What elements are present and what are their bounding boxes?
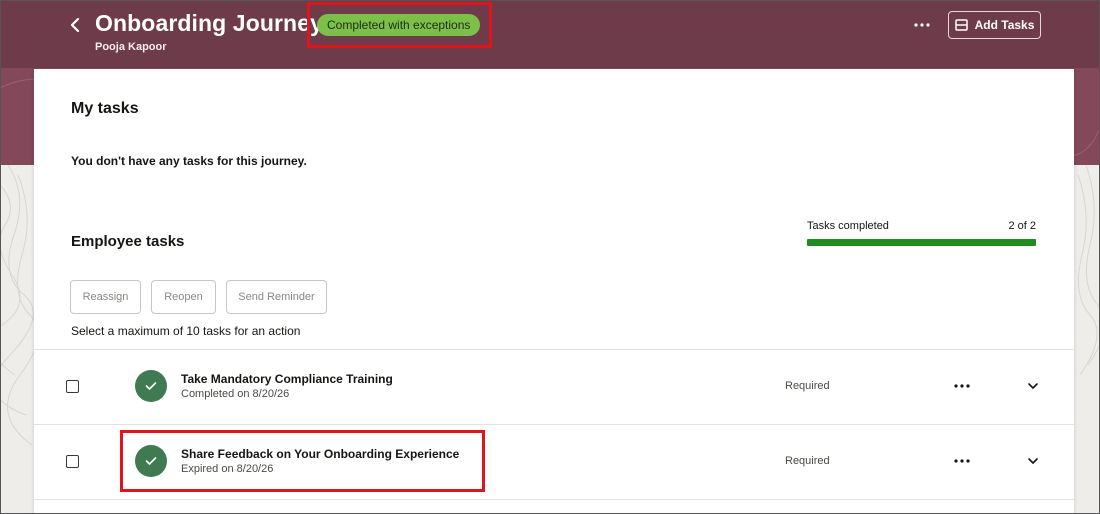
row-divider (34, 499, 1074, 500)
task-status-text: Expired on 8/20/26 (181, 463, 273, 475)
chevron-down-icon (1028, 458, 1038, 464)
my-tasks-empty-message: You don't have any tasks for this journe… (71, 154, 307, 168)
task-more-button[interactable] (948, 376, 976, 396)
progress-count: 2 of 2 (1008, 220, 1036, 232)
progress-label: Tasks completed (807, 220, 889, 232)
header-more-button[interactable] (908, 14, 936, 36)
task-status-icon (135, 445, 167, 477)
task-title[interactable]: Share Feedback on Your Onboarding Experi… (181, 447, 459, 461)
chevron-down-icon (1028, 383, 1038, 389)
task-select-checkbox[interactable] (66, 380, 79, 393)
more-horizontal-icon (954, 459, 970, 463)
reassign-button[interactable]: Reassign (70, 280, 141, 314)
task-row: Take Mandatory Compliance Training Compl… (34, 349, 1074, 424)
employee-name: Pooja Kapoor (95, 41, 167, 53)
selection-helper-text: Select a maximum of 10 tasks for an acti… (71, 324, 301, 338)
reopen-button[interactable]: Reopen (151, 280, 216, 314)
progress-bar (807, 239, 1036, 246)
my-tasks-heading: My tasks (71, 100, 139, 117)
task-more-button[interactable] (948, 451, 976, 471)
employee-tasks-heading: Employee tasks (71, 233, 185, 250)
status-badge: Completed with exceptions (317, 14, 481, 36)
task-status-icon (135, 370, 167, 402)
page-title: Onboarding Journey (95, 10, 323, 36)
task-status: Completed (181, 388, 235, 400)
task-row: Share Feedback on Your Onboarding Experi… (34, 424, 1074, 499)
task-select-checkbox[interactable] (66, 455, 79, 468)
task-expand-button[interactable] (1023, 376, 1043, 396)
task-requirement: Required (785, 455, 830, 467)
task-status-text: Completed on 8/20/26 (181, 388, 289, 400)
more-horizontal-icon (954, 384, 970, 388)
task-title[interactable]: Take Mandatory Compliance Training (181, 372, 393, 386)
task-expand-button[interactable] (1023, 451, 1043, 471)
back-button[interactable] (64, 12, 86, 38)
journey-card: My tasks You don't have any tasks for th… (34, 69, 1074, 514)
add-tasks-button[interactable]: Add Tasks (948, 11, 1041, 39)
checkmark-icon (145, 382, 157, 390)
checkmark-icon (145, 457, 157, 465)
chevron-left-icon (70, 18, 80, 32)
send-reminder-button[interactable]: Send Reminder (226, 280, 327, 314)
task-requirement: Required (785, 380, 830, 392)
add-tasks-icon (954, 19, 968, 31)
progress-bar-fill (807, 239, 1036, 246)
task-date: on 8/20/26 (221, 463, 274, 475)
more-horizontal-icon (914, 23, 930, 27)
task-status: Expired (181, 463, 219, 475)
add-tasks-label: Add Tasks (974, 18, 1035, 32)
task-date: on 8/20/26 (237, 388, 290, 400)
